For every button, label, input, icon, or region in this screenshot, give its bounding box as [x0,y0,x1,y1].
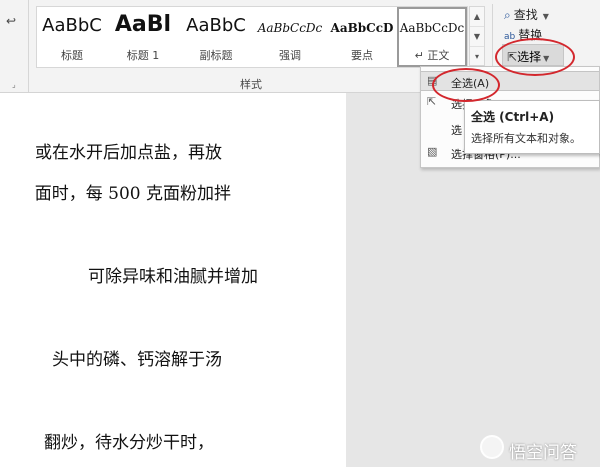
style-preview: AaBbCcDc [399,21,465,35]
styles-gallery: AaBbC 标题 AaBl 标题 1 AaBbC 副标题 AaBbCcDc 强调… [36,6,468,68]
search-icon: ⌕ [504,8,511,22]
replace-button[interactable]: ab 替换 [504,26,542,43]
watermark: 悟空问答 [480,433,598,463]
watermark-text: 悟空问答 [509,443,577,463]
style-label: 强调 [279,49,301,62]
document-line: 翻炒，待水分炒干时， [44,433,214,453]
ribbon-left-group: ↩ ⌟ [0,0,29,92]
menu-item-label: 选 [451,124,462,137]
style-heading-1[interactable]: AaBl 标题 1 [107,7,179,67]
tooltip-description: 选择所有文本和对象。 [471,132,581,145]
style-normal[interactable]: AaBbCcDc ↵ 正文 [397,7,467,67]
document-line: 或在水开后加点盐，再放 [35,143,222,163]
chevron-down-icon: ▼ [543,54,550,63]
chevron-down-icon: ▼ [542,12,549,21]
gallery-scroll: ▲ ▼ ▾ [469,6,485,67]
select-all-icon: ▤ [427,74,438,87]
document-page[interactable]: 或在水开后加点盐，再放 面时，每 500 克面粉加拌 可除异味和油腻并增加 头中… [0,93,346,467]
select-button[interactable]: ⇱选择 ▼ [502,44,564,66]
style-label: 标题 [61,49,83,62]
style-subtitle[interactable]: AaBbC 副标题 [179,7,253,67]
cursor-arrow-icon: ⇱ [427,95,437,108]
style-title[interactable]: AaBbC 标题 [37,7,107,67]
cursor-arrow-icon: ⇱ [507,50,518,64]
style-preview: AaBbCcDc [257,21,323,35]
styles-group-label: 样式 [240,78,262,91]
style-preview: AaBbCcD [330,21,394,35]
document-line: 头中的磷、钙溶解于汤 [52,350,222,370]
replace-label: 替换 [518,28,543,42]
replace-icon: ab [504,32,516,42]
scroll-down-icon[interactable]: ▼ [470,27,484,47]
find-label: 查找 [513,8,538,22]
gallery-more-icon[interactable]: ▾ [470,47,484,67]
document-line: 可除异味和油腻并增加 [88,267,258,287]
style-label: 副标题 [199,49,233,62]
style-label: 标题 1 [126,49,160,62]
scroll-up-icon[interactable]: ▲ [470,7,484,27]
select-all-tooltip: 全选 (Ctrl+A) 选择所有文本和对象。 [464,100,600,154]
document-line: 面时，每 500 克面粉加拌 [34,184,231,204]
style-preview: AaBl [114,12,172,37]
tooltip-title: 全选 (Ctrl+A) [471,110,555,124]
menu-item-label: 全选(A) [451,77,490,90]
style-preview: AaBbC [186,15,246,36]
style-label: ↵ 正文 [414,49,450,62]
dialog-launcher-icon[interactable]: ⌟ [12,80,16,89]
style-label: 要点 [351,49,373,62]
select-label: 选择 [517,50,542,64]
find-button[interactable]: ⌕ 查找 ▼ [504,6,549,23]
menu-item-select-all[interactable]: ▤ 全选(A) [421,71,599,91]
wukong-logo-icon [480,435,504,459]
style-preview: AaBbC [42,15,102,36]
style-strong[interactable]: AaBbCcD 要点 [327,7,397,67]
style-emphasis[interactable]: AaBbCcDc 强调 [253,7,327,67]
format-painter-icon[interactable]: ↩ [6,14,16,28]
selection-pane-icon: ▧ [427,145,438,158]
